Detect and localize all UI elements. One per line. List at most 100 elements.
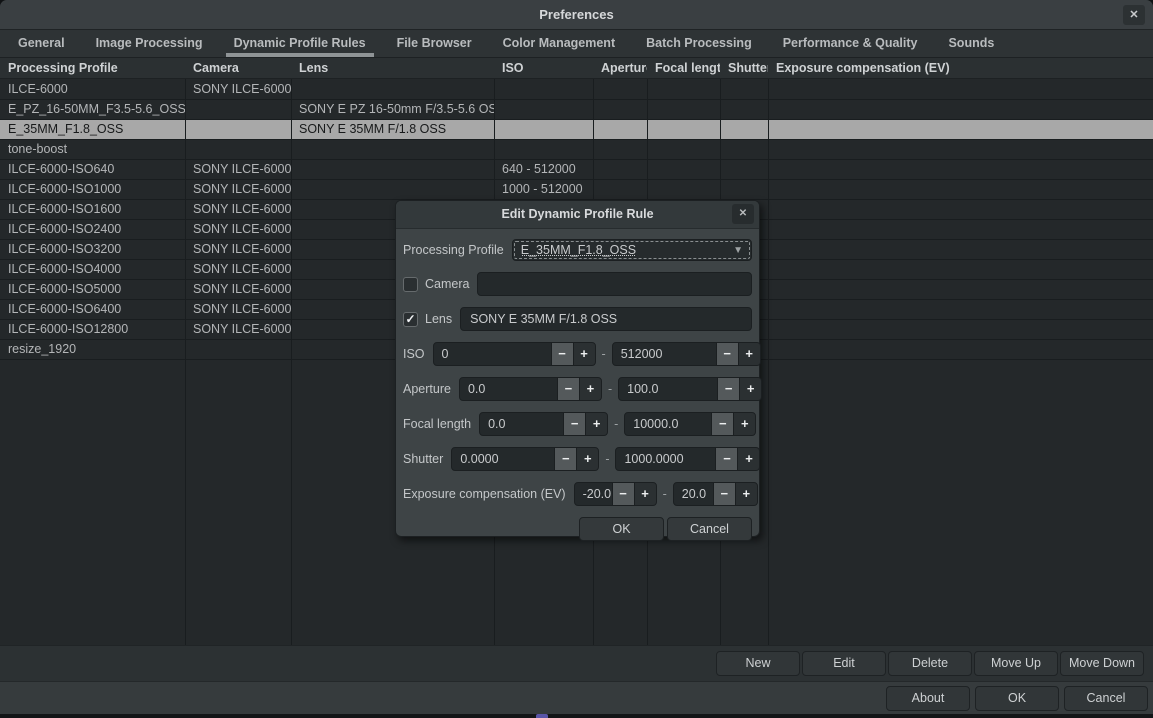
lens-checkbox[interactable]: ✓	[403, 312, 418, 327]
column-header-lens[interactable]: Lens	[291, 58, 494, 80]
aperture-max-value[interactable]: 100.0	[619, 378, 717, 400]
decrement-button[interactable]: −	[717, 378, 739, 400]
cell-profile: ILCE-6000-ISO12800	[0, 319, 185, 339]
increment-button[interactable]: +	[579, 378, 601, 400]
taskbar-icon-blip	[536, 714, 548, 718]
decrement-button[interactable]: −	[557, 378, 579, 400]
tab-dynamic-profile-rules[interactable]: Dynamic Profile Rules	[234, 30, 366, 57]
shutter-max-value[interactable]: 1000.0000	[616, 448, 715, 470]
decrement-button[interactable]: −	[563, 413, 585, 435]
increment-button[interactable]: +	[573, 343, 595, 365]
dialog-title: Edit Dynamic Profile Rule	[396, 207, 759, 221]
focal-length-max-value[interactable]: 10000.0	[625, 413, 711, 435]
increment-button[interactable]: +	[733, 413, 755, 435]
about-button[interactable]: About	[886, 686, 970, 711]
table-row-selected[interactable]: E_35MM_F1.8_OSSSONY E 35MM F/1.8 OSS	[0, 119, 1153, 139]
decrement-button[interactable]: −	[551, 343, 573, 365]
column-header-aperture[interactable]: Aperture	[593, 58, 647, 80]
move-down-button[interactable]: Move Down	[1060, 651, 1144, 676]
dialog-ok-button[interactable]: OK	[579, 517, 664, 541]
column-header-exposure-compensation-ev[interactable]: Exposure compensation (EV)	[768, 58, 1153, 80]
edit-button[interactable]: Edit	[802, 651, 886, 676]
increment-button[interactable]: +	[737, 448, 759, 470]
aperture-min-value[interactable]: 0.0	[460, 378, 557, 400]
increment-button[interactable]: +	[735, 483, 757, 505]
table-row[interactable]: ILCE-6000-ISO1000SONY ILCE-60001000 - 51…	[0, 179, 1153, 199]
decrement-button[interactable]: −	[715, 448, 737, 470]
cell-profile: ILCE-6000-ISO2400	[0, 219, 185, 239]
column-header-processing-profile[interactable]: Processing Profile	[0, 58, 185, 80]
column-header-focal-length[interactable]: Focal length	[647, 58, 720, 80]
decrement-button[interactable]: −	[713, 483, 735, 505]
cell-camera: SONY ILCE-6000	[185, 319, 291, 339]
increment-button[interactable]: +	[738, 343, 760, 365]
tab-performance-quality[interactable]: Performance & Quality	[783, 30, 918, 57]
lens-field[interactable]: SONY E 35MM F/1.8 OSS	[460, 307, 752, 331]
iso-max-spinner: 512000−+	[612, 342, 761, 366]
range-separator: -	[596, 347, 612, 361]
cancel-button[interactable]: Cancel	[1064, 686, 1148, 711]
increment-button[interactable]: +	[585, 413, 607, 435]
increment-button[interactable]: +	[576, 448, 598, 470]
cell-profile: tone-boost	[0, 139, 185, 159]
camera-checkbox[interactable]	[403, 277, 418, 292]
new-button[interactable]: New	[716, 651, 800, 676]
camera-field[interactable]	[477, 272, 752, 296]
shutter-max-spinner: 1000.0000−+	[615, 447, 760, 471]
exposure-compensation-ev-min-value[interactable]: -20.0	[575, 483, 612, 505]
table-row[interactable]: ILCE-6000SONY ILCE-6000	[0, 79, 1153, 99]
move-up-button[interactable]: Move Up	[974, 651, 1058, 676]
cell-camera: SONY ILCE-6000	[185, 239, 291, 259]
cell-camera: SONY ILCE-6000	[185, 199, 291, 219]
exposure-compensation-ev-max-value[interactable]: 20.0	[674, 483, 713, 505]
tab-batch-processing[interactable]: Batch Processing	[646, 30, 752, 57]
decrement-button[interactable]: −	[716, 343, 738, 365]
table-row[interactable]: E_PZ_16-50MM_F3.5-5.6_OSSSONY E PZ 16-50…	[0, 99, 1153, 119]
window-close-icon[interactable]: ✕	[1123, 5, 1145, 25]
preferences-tab-bar: General Image Processing Dynamic Profile R…	[0, 30, 1153, 57]
dialog-cancel-button[interactable]: Cancel	[667, 517, 752, 541]
tab-general[interactable]: General	[18, 30, 65, 57]
table-row[interactable]: tone-boost	[0, 139, 1153, 159]
aperture-max-spinner: 100.0−+	[618, 377, 762, 401]
increment-button[interactable]: +	[634, 483, 656, 505]
title-bar: Preferences ✕	[0, 0, 1153, 30]
preferences-footer-bar: AboutOKCancel	[0, 681, 1153, 714]
focal-length-min-spinner: 0.0−+	[479, 412, 608, 436]
processing-profile-dropdown[interactable]: E_35MM_F1.8_OSS ▼	[512, 239, 752, 261]
increment-button[interactable]: +	[739, 378, 761, 400]
exposure-compensation-ev-range-row: Exposure compensation (EV)-20.0−+-20.0−+	[403, 482, 752, 506]
dialog-close-icon[interactable]: ✕	[732, 204, 754, 224]
iso-max-value[interactable]: 512000	[613, 343, 716, 365]
iso-label: ISO	[403, 347, 425, 361]
lens-row: ✓ Lens SONY E 35MM F/1.8 OSS	[403, 307, 752, 331]
tab-color-management[interactable]: Color Management	[503, 30, 616, 57]
focal-length-min-value[interactable]: 0.0	[480, 413, 563, 435]
cell-camera: SONY ILCE-6000	[185, 299, 291, 319]
table-row[interactable]: ILCE-6000-ISO640SONY ILCE-6000640 - 5120…	[0, 159, 1153, 179]
row-divider	[0, 159, 1153, 160]
shutter-min-value[interactable]: 0.0000	[452, 448, 554, 470]
chevron-down-icon: ▼	[733, 245, 743, 256]
delete-button[interactable]: Delete	[888, 651, 972, 676]
column-divider	[185, 79, 186, 645]
iso-range-row: ISO0−+-512000−+	[403, 342, 752, 366]
column-header-camera[interactable]: Camera	[185, 58, 291, 80]
ok-button[interactable]: OK	[975, 686, 1059, 711]
decrement-button[interactable]: −	[612, 483, 634, 505]
window-title: Preferences	[0, 7, 1153, 22]
row-divider	[0, 179, 1153, 180]
tab-image-processing[interactable]: Image Processing	[96, 30, 203, 57]
range-separator: -	[608, 417, 624, 431]
decrement-button[interactable]: −	[711, 413, 733, 435]
iso-min-value[interactable]: 0	[434, 343, 551, 365]
decrement-button[interactable]: −	[554, 448, 576, 470]
range-separator: -	[602, 382, 618, 396]
tab-file-browser[interactable]: File Browser	[397, 30, 472, 57]
cell-camera	[185, 339, 291, 359]
processing-profile-value: E_35MM_F1.8_OSS	[521, 243, 733, 257]
column-header-iso[interactable]: ISO	[494, 58, 593, 80]
column-header-shutter[interactable]: Shutter	[720, 58, 768, 80]
tab-sounds[interactable]: Sounds	[948, 30, 994, 57]
cell-lens: SONY E 35MM F/1.8 OSS	[291, 119, 494, 139]
